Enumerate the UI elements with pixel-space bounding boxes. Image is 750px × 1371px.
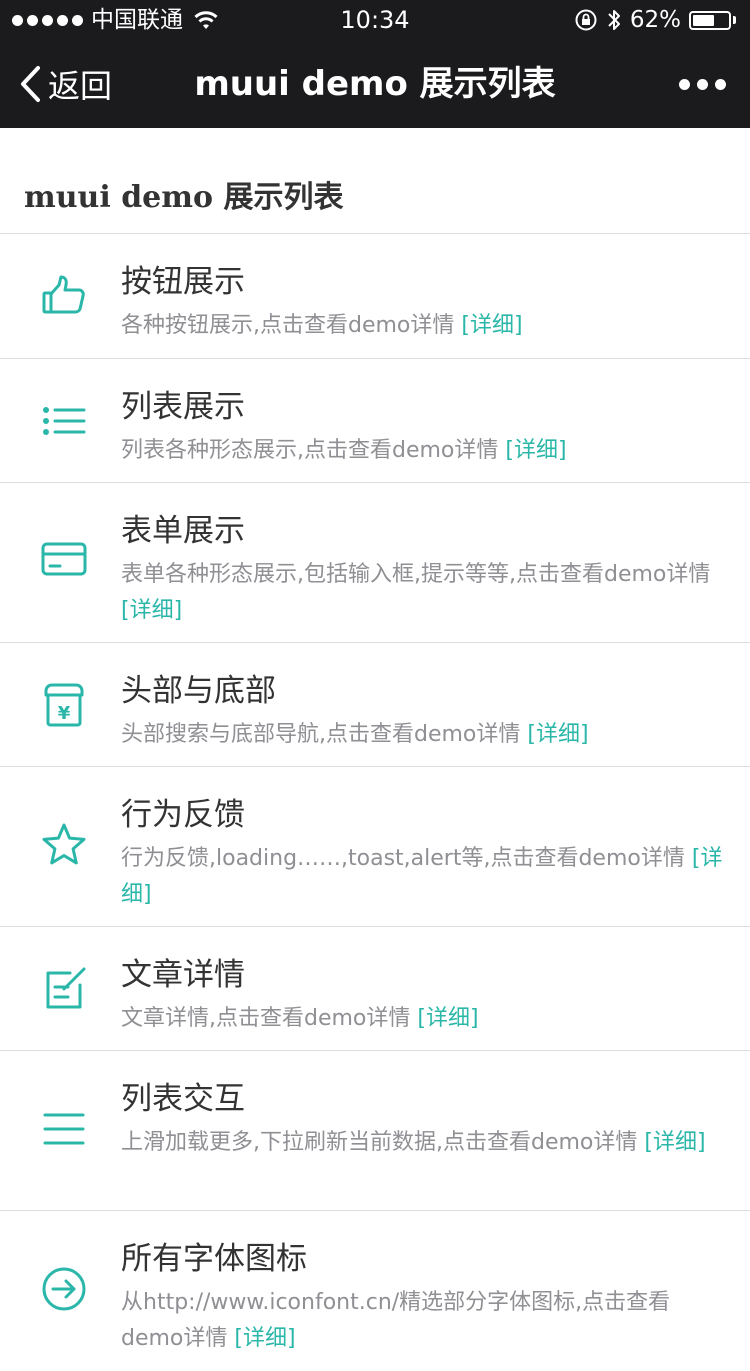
section-header: muui demo 展示列表 bbox=[0, 128, 750, 234]
star-icon bbox=[42, 823, 86, 865]
menu-lines-icon bbox=[43, 1113, 85, 1145]
detail-link[interactable]: [详细] bbox=[527, 722, 588, 747]
detail-link[interactable]: [详细] bbox=[644, 1130, 705, 1155]
status-bar: 中国联通 10:34 62% bbox=[0, 0, 750, 40]
item-title: 按钮展示 bbox=[121, 264, 245, 300]
page-title: muui demo 展示列表 bbox=[194, 64, 556, 104]
list-item[interactable]: ¥ 头部与底部 头部搜索与底部导航,点击查看demo详情 [详细] bbox=[0, 643, 750, 767]
section-title: muui demo 展示列表 bbox=[24, 180, 344, 215]
item-title: 文章详情 bbox=[121, 957, 245, 993]
bullet-list-icon bbox=[43, 407, 86, 435]
battery-icon bbox=[689, 10, 731, 30]
item-desc: 列表各种形态展示,点击查看demo详情 [详细] bbox=[121, 438, 567, 463]
arrow-circle-icon bbox=[42, 1267, 86, 1311]
more-button[interactable] bbox=[679, 40, 726, 128]
item-title: 列表交互 bbox=[121, 1081, 245, 1117]
more-dots-icon bbox=[679, 78, 690, 90]
chevron-left-icon bbox=[21, 66, 40, 102]
yen-box-icon: ¥ bbox=[44, 683, 84, 727]
item-desc: 头部搜索与底部导航,点击查看demo详情 [详细] bbox=[121, 722, 589, 747]
rotation-lock-icon bbox=[575, 9, 597, 31]
list-item[interactable]: 列表展示 列表各种形态展示,点击查看demo详情 [详细] bbox=[0, 359, 750, 483]
detail-link[interactable]: [详细] bbox=[461, 313, 522, 338]
item-title: 头部与底部 bbox=[121, 673, 276, 709]
svg-text:¥: ¥ bbox=[58, 703, 71, 724]
list-item[interactable]: 文章详情 文章详情,点击查看demo详情 [详细] bbox=[0, 927, 750, 1051]
list-item[interactable]: 行为反馈 行为反馈,loading……,toast,alert等,点击查看dem… bbox=[0, 767, 750, 927]
demo-list: 按钮展示 各种按钮展示,点击查看demo详情 [详细] 列表展示 列表各种形态展… bbox=[0, 234, 750, 1371]
item-title: 行为反馈 bbox=[121, 797, 245, 833]
item-title: 所有字体图标 bbox=[121, 1241, 307, 1277]
edit-note-icon bbox=[46, 967, 86, 1009]
thumbs-up-icon bbox=[42, 275, 85, 314]
form-card-icon bbox=[41, 542, 87, 576]
item-desc: 行为反馈,loading……,toast,alert等,点击查看demo详情 [… bbox=[121, 846, 723, 907]
item-desc: 表单各种形态展示,包括输入框,提示等等,点击查看demo详情 [详细] bbox=[121, 562, 711, 623]
detail-link[interactable]: [详细] bbox=[234, 1326, 295, 1351]
detail-link[interactable]: [详细] bbox=[505, 438, 566, 463]
item-desc: 从http://www.iconfont.cn/精选部分字体图标,点击查看dem… bbox=[121, 1290, 671, 1351]
item-desc: 上滑加载更多,下拉刷新当前数据,点击查看demo详情 [详细] bbox=[121, 1130, 706, 1155]
battery-percent: 62% bbox=[629, 7, 681, 33]
item-title: 列表展示 bbox=[121, 389, 245, 425]
back-button[interactable]: 返回 bbox=[18, 40, 112, 128]
list-item[interactable]: 表单展示 表单各种形态展示,包括输入框,提示等等,点击查看demo详情 [详细] bbox=[0, 483, 750, 643]
detail-link[interactable]: [详细] bbox=[417, 1006, 478, 1031]
item-desc: 文章详情,点击查看demo详情 [详细] bbox=[121, 1006, 479, 1031]
list-item[interactable]: 列表交互 上滑加载更多,下拉刷新当前数据,点击查看demo详情 [详细] bbox=[0, 1051, 750, 1211]
list-item[interactable]: 所有字体图标 从http://www.iconfont.cn/精选部分字体图标,… bbox=[0, 1211, 750, 1371]
item-desc: 各种按钮展示,点击查看demo详情 [详细] bbox=[121, 313, 523, 338]
nav-bar: 返回 muui demo 展示列表 bbox=[0, 40, 750, 128]
item-title: 表单展示 bbox=[121, 513, 245, 549]
back-label: 返回 bbox=[48, 67, 113, 105]
bluetooth-icon bbox=[608, 10, 620, 30]
detail-link[interactable]: [详细] bbox=[121, 598, 182, 623]
list-item[interactable]: 按钮展示 各种按钮展示,点击查看demo详情 [详细] bbox=[0, 234, 750, 359]
